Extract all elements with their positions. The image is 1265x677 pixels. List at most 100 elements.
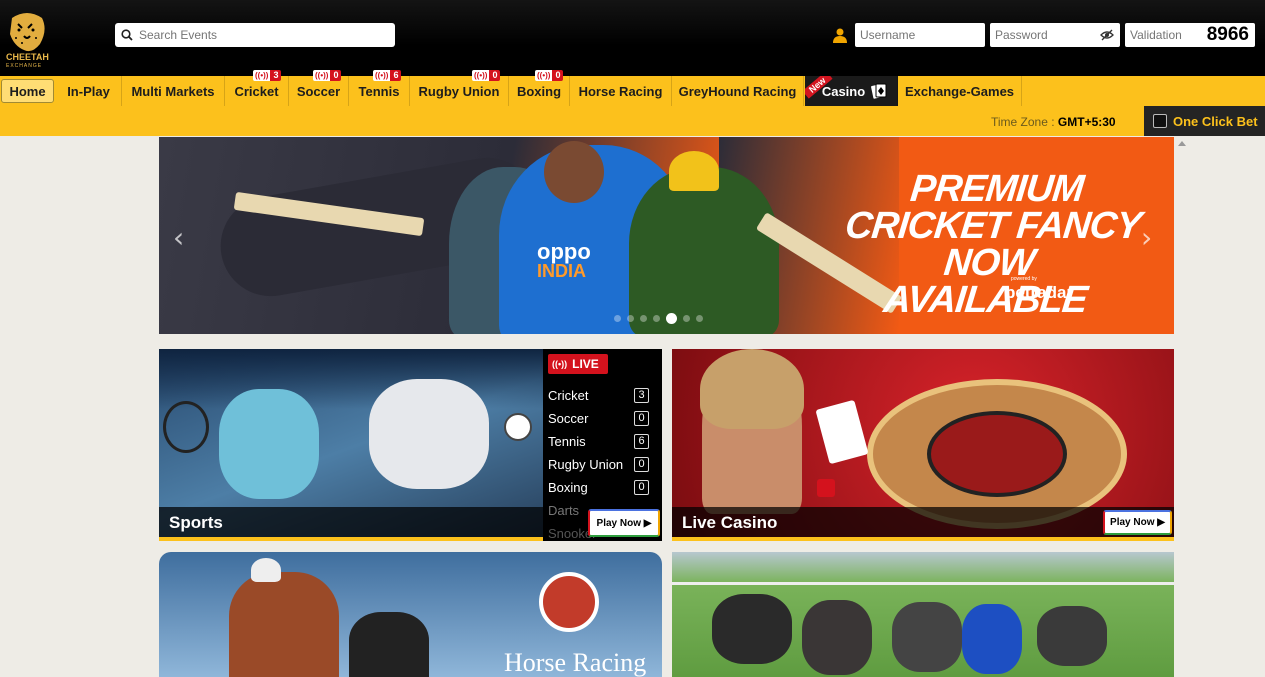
carousel-dot[interactable] <box>614 315 621 322</box>
horse-racing-card[interactable]: Horse Racing <box>159 552 662 677</box>
live-signal-icon: ((•)) <box>552 359 568 369</box>
play-now-label: Play Now ▶ <box>1110 517 1165 528</box>
powered-by-label: powered by <box>1011 276 1037 282</box>
player-right <box>629 167 779 334</box>
username-input[interactable] <box>860 28 985 42</box>
nav-exchange-games[interactable]: Exchange-Games <box>898 76 1022 106</box>
carousel-dot[interactable] <box>666 313 677 324</box>
chevron-left-icon[interactable]: ‹ <box>173 221 184 254</box>
live-panel: ((•)) LIVE Cricket 3 Soccer 0 Tennis 6 Rugb… <box>543 349 662 541</box>
live-count: 0 <box>489 70 501 81</box>
player-head <box>544 141 604 203</box>
live-row-count: 6 <box>634 433 649 449</box>
nav-boxing[interactable]: Boxing ((•)) 0 <box>509 70 570 106</box>
nav-label: Soccer <box>296 83 341 99</box>
headline-line-1: PREMIUM <box>908 168 1086 210</box>
timezone-label: Time Zone : <box>991 115 1055 129</box>
nav-label: Tennis <box>358 83 400 99</box>
password-field[interactable] <box>990 23 1120 47</box>
nav-label: In-Play <box>67 83 110 99</box>
live-row-count: 0 <box>634 456 649 472</box>
cards-icon <box>871 83 887 99</box>
live-count: 0 <box>552 70 564 81</box>
live-casino-card[interactable]: Live Casino Play Now ▶ <box>672 349 1174 541</box>
sports-play-now-button[interactable]: Play Now ▶ <box>588 509 660 537</box>
nav-soccer[interactable]: Soccer ((•)) 0 <box>289 70 349 106</box>
greyhound <box>962 604 1022 674</box>
nav-in-play[interactable]: In-Play <box>56 76 122 106</box>
dealer-hair <box>700 349 804 429</box>
nav-horse-racing[interactable]: Horse Racing <box>570 76 672 106</box>
timezone-value: GMT+5:30 <box>1057 115 1116 129</box>
banner-headline: PREMIUM CRICKET FANCY NOW AVAILABLE <box>833 168 1149 321</box>
search-icon <box>121 29 133 41</box>
validation-input[interactable] <box>1130 28 1200 42</box>
nav-rugby-union[interactable]: Rugby Union ((•)) 0 <box>410 70 509 106</box>
live-count: 3 <box>270 70 282 81</box>
carousel-dot[interactable] <box>696 315 703 322</box>
carousel-dot[interactable] <box>640 315 647 322</box>
live-badge: ((•)) 0 <box>313 70 342 81</box>
live-row-boxing[interactable]: Boxing 0 <box>548 478 656 496</box>
jockey-helmet <box>251 558 281 582</box>
nav-multi-markets[interactable]: Multi Markets <box>122 76 225 106</box>
nav-label: Horse Racing <box>578 83 663 99</box>
nav-casino[interactable]: New Casino <box>805 76 898 106</box>
racehorse <box>349 612 429 677</box>
live-signal-icon: ((•)) <box>373 70 391 81</box>
racehorse <box>229 572 339 677</box>
live-header-label: LIVE <box>572 357 599 371</box>
nav-label: Boxing <box>516 83 562 99</box>
search-box[interactable] <box>115 23 395 47</box>
search-input[interactable] <box>139 28 379 42</box>
logo-text: CHEETAH <box>6 52 49 62</box>
live-row-cricket[interactable]: Cricket 3 <box>548 386 656 404</box>
horse-racing-title: Horse Racing <box>504 648 647 677</box>
live-badge: ((•)) 0 <box>472 70 501 81</box>
nav-label: Exchange-Games <box>904 83 1015 99</box>
nav-tennis[interactable]: Tennis ((•)) 6 <box>349 70 410 106</box>
checkbox-icon[interactable] <box>1153 114 1167 128</box>
live-row-rugby-union[interactable]: Rugby Union 0 <box>548 455 656 473</box>
live-row-name: Boxing <box>548 479 588 495</box>
nav-label: Cricket <box>234 83 279 99</box>
soccer-ball-icon <box>504 413 532 441</box>
carousel-dot[interactable] <box>683 315 690 322</box>
live-row-tennis[interactable]: Tennis 6 <box>548 432 656 450</box>
carousel-dot[interactable] <box>627 315 634 322</box>
carousel-dots <box>614 313 703 324</box>
validation-code: 8966 <box>1206 24 1249 45</box>
live-row-soccer[interactable]: Soccer 0 <box>548 409 656 427</box>
promo-banner[interactable]: oppo INDIA PREMIUM CRICKET FANCY NOW AVA… <box>159 137 1174 334</box>
nav-label: GreyHound Racing <box>678 83 797 99</box>
nav-home[interactable]: Home <box>1 79 54 103</box>
scroll-up-arrow-icon[interactable] <box>1178 141 1186 146</box>
eye-icon[interactable] <box>1100 29 1114 41</box>
nav-label: Home <box>9 83 46 99</box>
greyhound-racing-card[interactable] <box>672 552 1174 677</box>
carousel-dot[interactable] <box>653 315 660 322</box>
nav-greyhound-racing[interactable]: GreyHound Racing <box>672 76 804 106</box>
live-count: 0 <box>330 70 342 81</box>
live-signal-icon: ((•)) <box>535 70 553 81</box>
live-badge: ((•)) 6 <box>373 70 402 81</box>
sports-label: Sports <box>169 513 223 532</box>
one-click-bet-toggle[interactable]: One Click Bet <box>1144 106 1265 136</box>
validation-field[interactable]: 8966 <box>1125 23 1255 47</box>
user-icon <box>833 28 847 43</box>
username-field[interactable] <box>855 23 985 47</box>
greyhound <box>712 594 792 664</box>
live-badge: ((•)) 0 <box>535 70 564 81</box>
live-row-count: 0 <box>634 410 649 426</box>
live-row-count: 3 <box>634 387 649 403</box>
horse-racing-logo-icon <box>539 572 599 632</box>
sub-bar: Time Zone : GMT+5:30 One Click Bet <box>0 106 1265 136</box>
greyhound <box>1037 606 1107 666</box>
play-now-label: Play Now ▶ <box>596 517 652 529</box>
live-badge: ((•)) 3 <box>253 70 282 81</box>
chevron-right-icon[interactable]: › <box>1141 221 1152 254</box>
nav-cricket[interactable]: Cricket ((•)) 3 <box>225 70 289 106</box>
live-row-name: Tennis <box>548 433 586 449</box>
logo-subtext: EXCHANGE <box>6 63 43 69</box>
casino-play-now-button[interactable]: Play Now ▶ <box>1103 510 1172 535</box>
